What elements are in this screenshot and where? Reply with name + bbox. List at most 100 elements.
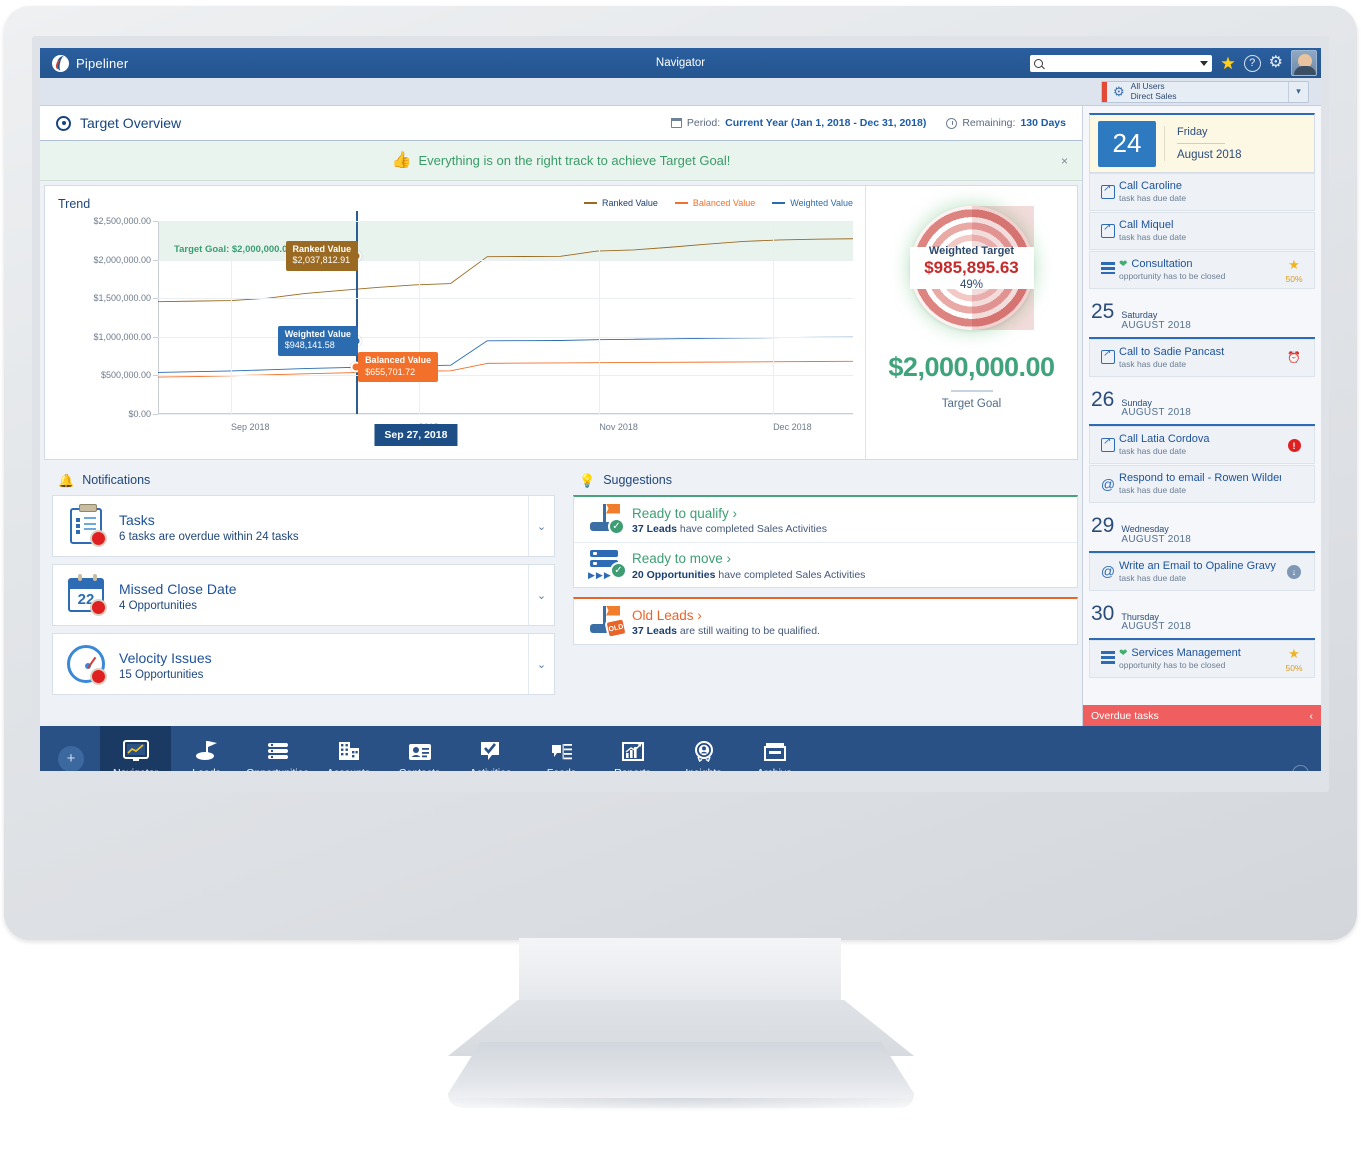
nav-item-feeds[interactable]: Feeds: [526, 726, 597, 771]
period-group[interactable]: Period: Current Year (Jan 1, 2018 - Dec …: [670, 117, 926, 129]
expand-chevron-icon[interactable]: ⌄: [528, 634, 554, 694]
chevron-down-icon[interactable]: [1200, 60, 1209, 66]
legend-item[interactable]: Weighted Value: [772, 198, 853, 208]
alert-icon: !: [1287, 439, 1301, 453]
chevron-left-icon[interactable]: ‹: [1310, 710, 1314, 722]
nav-item-label: Insights: [685, 767, 721, 771]
nav-item-contacts[interactable]: Contacts: [384, 726, 455, 771]
notification-title: Missed Close Date: [119, 580, 237, 597]
expand-chevron-icon[interactable]: ⌄: [528, 565, 554, 625]
agenda-event[interactable]: ❤ Services Management opportunity has to b…: [1089, 640, 1315, 679]
suggestion-row[interactable]: ✓ Ready to qualify › 37 Leads have complet…: [574, 497, 1077, 542]
nav-item-opportunities[interactable]: Opportunities: [242, 726, 313, 771]
calendar-icon: [670, 117, 683, 128]
search-icon: [1034, 58, 1044, 68]
nav-item-activities[interactable]: Activities: [455, 726, 526, 771]
suggestion-title[interactable]: Ready to move ›: [632, 549, 1077, 569]
help-icon[interactable]: ?: [1243, 54, 1261, 72]
notifications-list: Tasks 6 tasks are overdue within 24 tasks…: [52, 495, 555, 695]
suggestion-title[interactable]: Ready to qualify ›: [632, 504, 1077, 524]
agenda-event[interactable]: @Respond to email - Rowen Wilders…task h…: [1089, 465, 1315, 504]
heart-icon: ❤: [1119, 647, 1128, 659]
gridline-vertical: [599, 221, 601, 414]
day-number: 29: [1091, 514, 1115, 538]
chart-title: Trend: [58, 197, 91, 211]
stack-move-icon: ▶▶▶ ✓: [586, 548, 632, 582]
collapse-nav-button[interactable]: ⌄: [1292, 765, 1309, 771]
chevron-down-icon[interactable]: ▾: [1288, 81, 1308, 102]
gauge-value: $985,895.63: [924, 258, 1019, 277]
agenda-event[interactable]: Call Carolinetask has due date: [1089, 173, 1315, 211]
at-icon: @: [1100, 475, 1116, 492]
suggestion-row[interactable]: OLD Old Leads › 37 Leads are still waiting…: [574, 599, 1077, 644]
notification-card[interactable]: Tasks 6 tasks are overdue within 24 tasks…: [52, 495, 555, 557]
nav-item-reports[interactable]: Reports: [597, 726, 668, 771]
star-icon: ★: [1288, 256, 1300, 272]
favorites-star-icon[interactable]: ★: [1220, 55, 1235, 72]
add-button[interactable]: +: [58, 745, 84, 771]
event-title: Respond to email - Rowen Wilders…: [1119, 472, 1281, 484]
legend-item[interactable]: Balanced Value: [674, 198, 755, 208]
notification-card[interactable]: Velocity Issues 15 Opportunities ⌄: [52, 633, 555, 695]
chart-legend: Ranked Value Balanced Value Weighted Value: [584, 198, 853, 208]
agenda-event[interactable]: ❤ Consultation opportunity has to be close…: [1089, 251, 1315, 289]
y-tick-mark: [153, 336, 158, 338]
event-icon: [1097, 436, 1119, 452]
suggestion-title[interactable]: Old Leads ›: [632, 606, 1077, 626]
notification-card[interactable]: 22 Missed Close Date 4 Opportunities ⌄: [52, 564, 555, 626]
avatar[interactable]: [1291, 50, 1317, 76]
nav-item-navigator[interactable]: Navigator: [100, 726, 171, 771]
agenda-scroll[interactable]: 24 Friday August 2018 Call Carolinetask …: [1083, 106, 1321, 690]
brand[interactable]: Pipeliner: [40, 54, 128, 72]
gridline-vertical: [418, 221, 420, 414]
tooltip-title: Balanced Value: [365, 355, 432, 366]
expand-chevron-icon[interactable]: ⌄: [528, 496, 554, 556]
tooltip-value: $948,141.58: [284, 340, 335, 351]
close-icon[interactable]: ×: [1061, 154, 1068, 168]
event-subtitle: task has due date: [1119, 446, 1187, 457]
agenda-event[interactable]: Call to Sadie Pancasttask has due date ⏰: [1089, 338, 1315, 377]
event-icon: @: [1097, 477, 1119, 491]
page-header-meta: Period: Current Year (Jan 1, 2018 - Dec …: [670, 117, 1066, 129]
alert-badge-icon: [90, 668, 107, 685]
event-status: ⏰: [1281, 348, 1307, 366]
agenda-event[interactable]: Call Miqueltask has due date: [1089, 212, 1315, 250]
event-title: Call Latia Cordova: [1119, 433, 1281, 445]
agenda-event[interactable]: @ Write an Email to Opaline Gravy task has…: [1089, 552, 1315, 591]
y-axis-tick: $1,500,000.00: [93, 293, 151, 304]
suggestion-row[interactable]: ▶▶▶ ✓ Ready to move › 20 Opportunities have…: [574, 542, 1077, 587]
suggestion-rest: have completed Sales Activities: [715, 568, 866, 581]
notification-title: Tasks: [119, 511, 155, 528]
period-value[interactable]: Current Year (Jan 1, 2018 - Dec 31, 2018…: [725, 117, 926, 129]
legend-swatch: [674, 201, 688, 205]
award-icon: [692, 738, 716, 762]
event-title: ❤ Consultation: [1119, 258, 1281, 270]
agenda-event[interactable]: Call Latia Cordovatask has due date!: [1089, 426, 1315, 465]
gear-icon[interactable]: ⚙: [1269, 55, 1283, 71]
notification-body: Missed Close Date 4 Opportunities: [119, 565, 528, 625]
notification-body: Velocity Issues 15 Opportunities: [119, 634, 528, 694]
nav-item-leads[interactable]: Leads: [171, 726, 242, 771]
overdue-tasks-bar[interactable]: Overdue tasks ‹: [1083, 705, 1321, 726]
y-axis-tick: $2,500,000.00: [93, 216, 151, 226]
notification-icon: 22: [53, 565, 119, 625]
building-icon: [337, 738, 361, 762]
phone-icon: [1101, 222, 1115, 238]
user-filter-dropdown[interactable]: ⚙ All Users Direct Sales ▾: [1101, 80, 1309, 103]
nav-item-archive[interactable]: Archive: [739, 726, 810, 771]
chart-plot-area[interactable]: Target Goal: $2,000,000.00 $0.00 $500,000…: [93, 211, 853, 432]
event-icon: [1097, 222, 1119, 238]
lower-panels: 🔔 Notifications Tasks 6 tasks are overdue…: [44, 465, 1078, 705]
search-box[interactable]: [1030, 54, 1213, 72]
nav-items: Navigator Leads Opportunities Accounts Conta…: [100, 726, 810, 771]
target-dial: Weighted Target $985,895.63 49%: [909, 206, 1034, 330]
legend-item[interactable]: Ranked Value: [584, 198, 658, 208]
search-input[interactable]: [1046, 57, 1198, 69]
flag-icon: [195, 738, 219, 762]
gridline-vertical: [773, 221, 775, 414]
flag-old-icon: OLD: [586, 605, 632, 639]
nav-item-insights[interactable]: Insights: [668, 726, 739, 771]
nav-item-accounts[interactable]: Accounts: [313, 726, 384, 771]
archive-box-icon: [763, 738, 787, 762]
day-names: Sunday AUGUST 2018: [1121, 398, 1191, 420]
